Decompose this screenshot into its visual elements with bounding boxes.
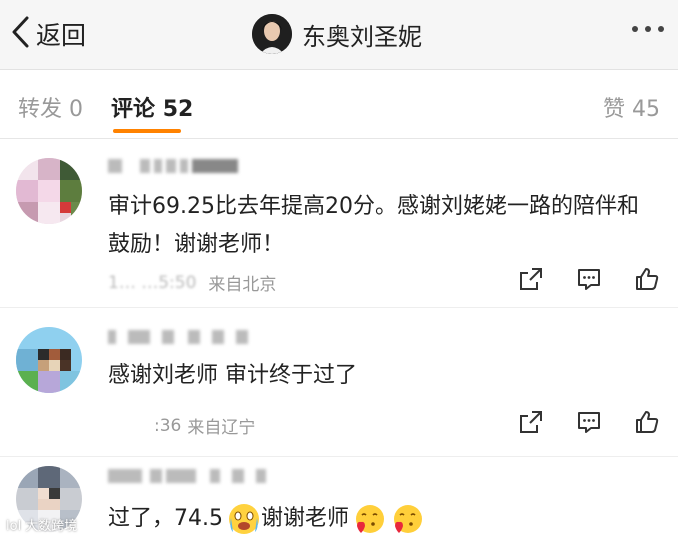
share-icon[interactable] xyxy=(518,266,544,292)
tab-comment[interactable]: 评论 52 xyxy=(111,91,193,123)
page-title: 东奥刘圣妮 xyxy=(302,22,422,51)
like-icon[interactable] xyxy=(634,266,660,292)
back-label: 返回 xyxy=(36,21,87,50)
tab-repost-count: 0 xyxy=(69,97,84,122)
comment-meta: 1… …5:50 来自北京 xyxy=(108,270,277,296)
comment-item: 审计69.25比去年提高20分。感谢刘姥姥一路的陪伴和鼓励！谢谢老师！ 1… …… xyxy=(0,140,678,308)
more-dots-icon[interactable] xyxy=(632,26,664,32)
comment-icon[interactable] xyxy=(576,409,602,435)
active-tab-indicator xyxy=(113,129,181,133)
comment-time: :36 xyxy=(154,415,182,436)
comment-location: 来自北京 xyxy=(208,275,277,295)
comment-actions xyxy=(518,409,660,435)
tab-bar: 转发 0 评论 52 赞 45 xyxy=(0,71,678,139)
username-blurred[interactable] xyxy=(108,327,252,347)
comment-icon[interactable] xyxy=(576,266,602,292)
tab-like[interactable]: 赞 45 xyxy=(603,91,660,123)
comment-text: 过了，74.5 谢谢老师 xyxy=(108,500,656,538)
comment-text: 审计69.25比去年提高20分。感谢刘姥姥一路的陪伴和鼓励！谢谢老师！ xyxy=(108,194,639,257)
profile-title[interactable]: 东奥刘圣妮 xyxy=(252,12,422,56)
comment-text-prefix: 过了，74.5 xyxy=(108,506,223,531)
heart-kiss-emoji-icon xyxy=(353,502,387,536)
avatar xyxy=(252,14,292,54)
avatar[interactable] xyxy=(16,327,82,393)
watermark: lol 大数跨境 xyxy=(6,519,78,534)
comment-actions xyxy=(518,266,660,292)
avatar[interactable] xyxy=(16,158,82,224)
share-icon[interactable] xyxy=(518,409,544,435)
comment-text-suffix: 谢谢老师 xyxy=(261,506,350,531)
comment-item: 过了，74.5 谢谢老师 xyxy=(0,458,678,538)
comment-time: 1… …5:50 xyxy=(108,272,197,293)
heart-kiss-emoji-icon xyxy=(391,502,425,536)
comment-text: 感谢刘老师 审计终于过了 xyxy=(108,363,357,388)
tab-comment-count: 52 xyxy=(162,97,194,122)
nav-header: 返回 东奥刘圣妮 xyxy=(0,0,678,70)
tab-like-count: 45 xyxy=(632,97,660,122)
username-blurred[interactable] xyxy=(108,466,270,486)
tab-like-label: 赞 xyxy=(602,97,625,122)
comment-item: 感谢刘老师 审计终于过了 :36 来自辽宁 xyxy=(0,309,678,457)
comment-meta: :36 来自辽宁 xyxy=(108,413,256,439)
crying-face-emoji-icon xyxy=(227,502,261,536)
back-arrow-icon xyxy=(10,15,32,53)
tab-repost-label: 转发 xyxy=(18,97,63,122)
comment-location: 来自辽宁 xyxy=(187,418,256,438)
back-button[interactable]: 返回 xyxy=(10,14,86,54)
tab-comment-label: 评论 xyxy=(111,97,156,122)
like-icon[interactable] xyxy=(634,409,660,435)
username-blurred[interactable] xyxy=(108,156,242,176)
tab-repost[interactable]: 转发 0 xyxy=(18,91,83,123)
